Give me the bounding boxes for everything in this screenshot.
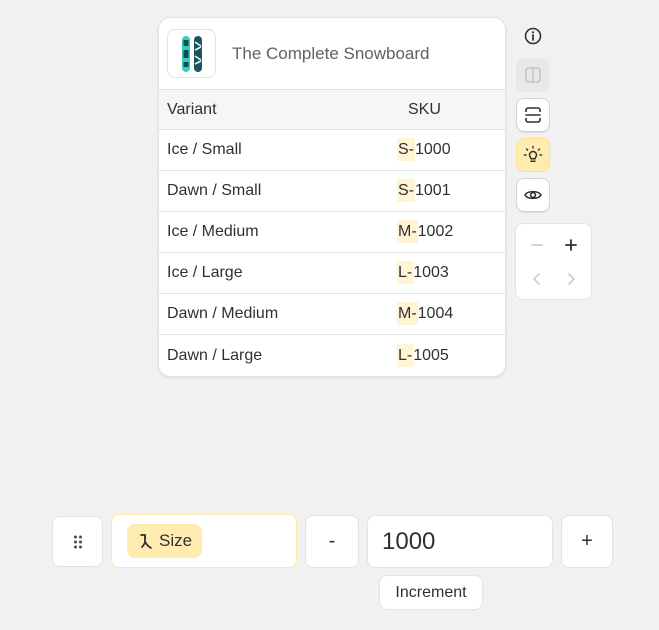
plus-icon [565, 239, 577, 251]
split-view-button[interactable] [516, 58, 550, 92]
lightbulb-button[interactable] [516, 138, 550, 172]
product-thumbnail [167, 29, 216, 78]
column-header-variant: Variant [167, 100, 217, 118]
previous-button[interactable] [522, 264, 552, 294]
variant-cell: Ice / Small [167, 141, 242, 158]
field-selector[interactable]: Size [111, 514, 297, 568]
table-row[interactable]: Ice / Medium M-1002 [159, 212, 505, 253]
table-row[interactable]: Ice / Large L-1003 [159, 253, 505, 294]
split-view-icon [525, 67, 541, 83]
size-chip-label: Size [159, 531, 193, 550]
product-title: The Complete Snowboard [232, 43, 430, 63]
next-button[interactable] [556, 264, 586, 294]
variant-cell: Dawn / Medium [167, 305, 279, 322]
variant-cell: Dawn / Small [167, 182, 262, 199]
table-row[interactable]: Dawn / Large L-1005 [159, 335, 505, 376]
barcode-scan-button[interactable] [516, 98, 550, 132]
chevron-left-icon [533, 273, 540, 285]
sku-number: 1005 [413, 346, 449, 364]
chevron-right-icon [568, 273, 575, 285]
sku-number: 1002 [417, 223, 454, 240]
column-header-sku: SKU [408, 100, 441, 118]
sku-prefix-highlight: M- [397, 220, 418, 243]
sku-prefix-highlight: S- [397, 138, 415, 161]
table-row[interactable]: Dawn / Small S-1001 [159, 171, 505, 212]
variant-cell: Ice / Large [167, 264, 243, 281]
sku-number: 1004 [417, 305, 454, 322]
variant-cell: Ice / Medium [167, 223, 259, 240]
sku-cell: S-1001 [383, 179, 505, 202]
increment-mode-button[interactable]: Increment [379, 575, 483, 610]
sku-prefix-highlight: L- [397, 343, 414, 367]
merge-icon [140, 534, 152, 549]
sku-cell: L-1005 [383, 343, 505, 367]
sku-cell: M-1004 [383, 302, 505, 325]
increment-button[interactable]: + [561, 515, 613, 568]
sku-cell: S-1000 [383, 138, 505, 161]
preview-button[interactable] [516, 178, 550, 212]
sku-cell: M-1002 [383, 220, 505, 243]
zoom-in-button[interactable] [556, 230, 586, 260]
sku-cell: L-1003 [383, 261, 505, 284]
barcode-scan-icon [525, 107, 541, 123]
sku-prefix-highlight: M- [397, 302, 418, 325]
size-chip[interactable]: Size [127, 524, 203, 558]
info-button[interactable] [516, 19, 550, 53]
eye-icon [524, 190, 542, 200]
table-row[interactable]: Ice / Small S-1000 [159, 130, 505, 171]
pager-panel [515, 223, 592, 300]
minus-icon [531, 244, 543, 246]
sku-number: 1000 [415, 141, 451, 158]
sku-number: 1001 [415, 182, 451, 199]
snowboard-image [181, 35, 202, 72]
sku-prefix-highlight: L- [397, 261, 414, 284]
sku-prefix-highlight: S- [397, 179, 415, 202]
sku-number: 1003 [413, 264, 449, 281]
variant-cell: Dawn / Large [167, 346, 263, 364]
value-input[interactable]: 1000 [367, 515, 553, 568]
lightbulb-icon [523, 145, 543, 163]
decrement-button[interactable]: - [305, 515, 359, 568]
table-header: Variant SKU [159, 89, 505, 130]
variants-card: The Complete Snowboard Variant SKU Ice /… [158, 17, 506, 377]
info-icon [524, 27, 542, 45]
drag-handle-icon [73, 535, 82, 548]
table-row[interactable]: Dawn / Medium M-1004 [159, 294, 505, 335]
card-header: The Complete Snowboard [159, 18, 505, 89]
zoom-out-button[interactable] [522, 230, 552, 260]
drag-handle[interactable] [52, 516, 103, 567]
